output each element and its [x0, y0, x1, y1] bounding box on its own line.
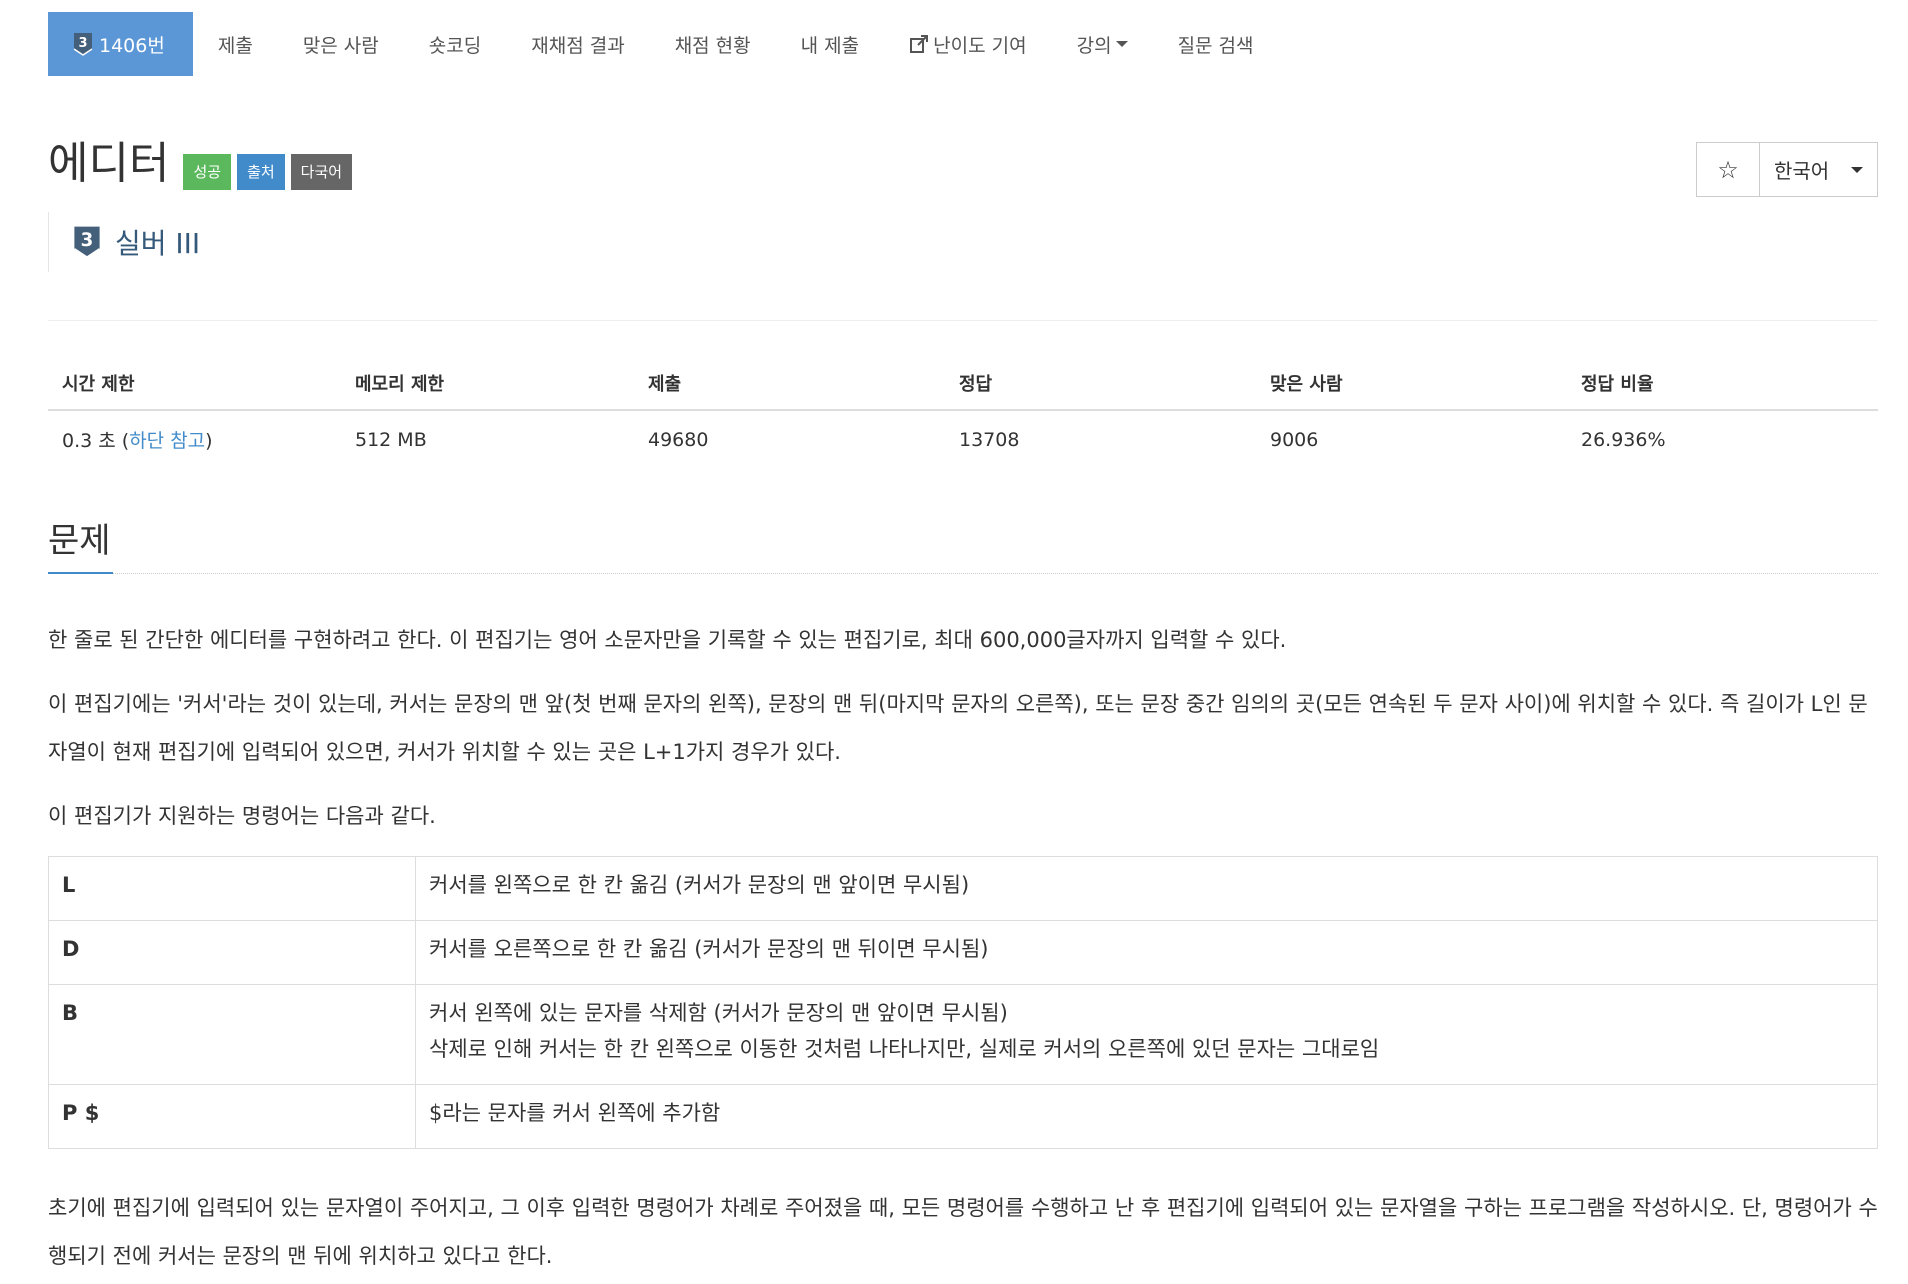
nav-problem-number[interactable]: 3 1406번	[48, 12, 193, 76]
table-row: P $ $라는 문자를 커서 왼쪽에 추가함	[48, 1084, 1878, 1149]
command-key: L	[48, 856, 416, 921]
command-description-line: 커서 왼쪽에 있는 문자를 삭제함 (커서가 문장의 맨 앞이면 무시됨)	[429, 1001, 1008, 1025]
star-icon: ☆	[1717, 155, 1739, 184]
tier-digit: 3	[81, 230, 94, 251]
description-paragraph: 한 줄로 된 간단한 에디터를 구현하려고 한다. 이 편집기는 영어 소문자만…	[48, 628, 1287, 652]
command-description: 커서를 왼쪽으로 한 칸 옮김 (커서가 문장의 맨 앞이면 무시됨)	[415, 856, 1878, 921]
header-accepted: 정답	[945, 360, 1256, 411]
command-key: D	[48, 920, 416, 985]
nav-short-coding[interactable]: 숏코딩	[404, 12, 506, 76]
header-submissions: 제출	[634, 360, 945, 411]
problem-tier: 3 실버 III	[48, 212, 200, 272]
language-select[interactable]: 한국어	[1760, 143, 1877, 196]
solved-badge[interactable]: 성공	[183, 154, 232, 190]
nav-lectures-dropdown[interactable]: 강의	[1052, 12, 1153, 76]
table-row: B 커서 왼쪽에 있는 문자를 삭제함 (커서가 문장의 맨 앞이면 무시됨) …	[48, 984, 1878, 1085]
nav-submit[interactable]: 제출	[193, 12, 278, 76]
table-header-row: 시간 제한 메모리 제한 제출 정답 맞은 사람 정답 비율	[48, 360, 1878, 411]
page-title: 에디터	[48, 138, 170, 189]
description-paragraph: 초기에 편집기에 입력되어 있는 문자열이 주어지고, 그 이후 입력한 명령어…	[48, 1196, 1878, 1268]
header-solved-users: 맞은 사람	[1256, 360, 1567, 411]
favorite-button[interactable]: ☆	[1697, 143, 1760, 196]
command-description: 커서를 오른쪽으로 한 칸 옮김 (커서가 문장의 맨 뒤이면 무시됨)	[415, 920, 1878, 985]
cell-solved-users: 9006	[1270, 428, 1319, 451]
header-ratio: 정답 비율	[1567, 360, 1878, 411]
silver-tier-icon: 3	[73, 225, 101, 259]
problem-title-row: 에디터 성공 출처 다국어	[48, 138, 353, 190]
command-description: 커서 왼쪽에 있는 문자를 삭제함 (커서가 문장의 맨 앞이면 무시됨) 삭제…	[415, 984, 1878, 1085]
section-title: 문제	[48, 510, 113, 574]
cell-submissions: 49680	[648, 428, 709, 451]
multilingual-badge[interactable]: 다국어	[290, 154, 353, 190]
nav-difficulty-contribution[interactable]: 난이도 기여	[884, 12, 1051, 76]
divider	[48, 320, 1878, 321]
source-badge[interactable]: 출처	[237, 154, 285, 190]
description-paragraph: 이 편집기에는 '커서'라는 것이 있는데, 커서는 문장의 맨 앞(첫 번째 …	[48, 692, 1868, 764]
commands-table: L 커서를 왼쪽으로 한 칸 옮김 (커서가 문장의 맨 앞이면 무시됨) D …	[48, 856, 1878, 1149]
silver-tier-icon: 3	[72, 32, 93, 56]
cell-memory-limit: 512 MB	[355, 428, 427, 451]
problem-nav: 3 1406번 제출 맞은 사람 숏코딩 재채점 결과 채점 현황 내 제출 난…	[48, 12, 1279, 76]
problem-actions: ☆ 한국어	[1696, 142, 1878, 197]
command-description: $라는 문자를 커서 왼쪽에 추가함	[415, 1084, 1878, 1149]
nav-rejudge-results[interactable]: 재채점 결과	[506, 12, 649, 76]
nav-question-search[interactable]: 질문 검색	[1153, 12, 1279, 76]
problem-section-header: 문제	[48, 510, 1878, 574]
chevron-down-icon	[1115, 41, 1128, 47]
problem-info-table: 시간 제한 메모리 제한 제출 정답 맞은 사람 정답 비율 0.3 초 (하단…	[48, 360, 1878, 468]
table-row: D 커서를 오른쪽으로 한 칸 옮김 (커서가 문장의 맨 뒤이면 무시됨)	[48, 920, 1878, 985]
command-key: B	[48, 984, 416, 1085]
nav-my-submissions[interactable]: 내 제출	[776, 12, 884, 76]
language-label: 한국어	[1774, 159, 1830, 183]
table-row: L 커서를 왼쪽으로 한 칸 옮김 (커서가 문장의 맨 앞이면 무시됨)	[48, 856, 1878, 921]
command-key: P $	[48, 1084, 416, 1149]
page: 3 1406번 제출 맞은 사람 숏코딩 재채점 결과 채점 현황 내 제출 난…	[0, 0, 1908, 1284]
tier-name[interactable]: 실버 III	[115, 222, 200, 262]
tier-digit: 3	[78, 36, 87, 51]
nav-status[interactable]: 채점 현황	[650, 12, 776, 76]
nav-problem-number-label: 1406번	[99, 34, 165, 57]
header-time-limit: 시간 제한	[48, 360, 341, 411]
cell-time-limit: 0.3 초 (하단 참고)	[62, 430, 213, 452]
cell-ratio: 26.936%	[1581, 428, 1666, 451]
command-description-line: 삭제로 인해 커서는 한 칸 왼쪽으로 이동한 것처럼 나타나지만, 실제로 커…	[429, 1037, 1380, 1061]
chevron-down-icon	[1851, 166, 1863, 173]
nav-solved-users[interactable]: 맞은 사람	[278, 12, 404, 76]
external-link-icon	[909, 34, 929, 54]
header-memory-limit: 메모리 제한	[341, 360, 634, 411]
see-below-link[interactable]: 하단 참고	[129, 430, 205, 452]
description-paragraph: 이 편집기가 지원하는 명령어는 다음과 같다.	[48, 804, 436, 828]
table-row: 0.3 초 (하단 참고) 512 MB 49680 13708 9006 26…	[48, 410, 1878, 468]
cell-accepted: 13708	[959, 428, 1020, 451]
